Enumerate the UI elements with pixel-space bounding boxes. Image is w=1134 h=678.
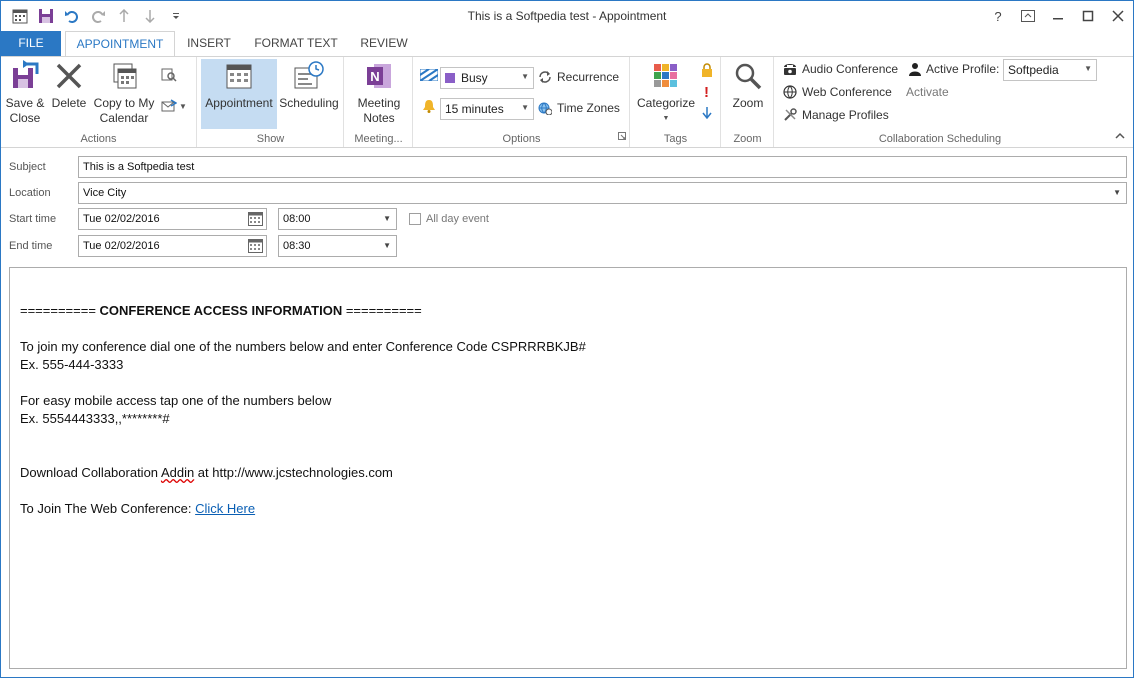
appointment-window: This is a Softpedia test - Appointment ?…: [0, 0, 1134, 678]
group-collaboration-scheduling: Audio Conference Web Conference Manage P…: [775, 57, 1105, 147]
body-line-4: Ex. 5554443333,,********#: [20, 411, 170, 426]
end-time-dropdown[interactable]: 08:30 ▼: [278, 235, 397, 257]
delete-icon: [52, 59, 86, 93]
recurrence-icon: [539, 71, 551, 83]
delete-button[interactable]: Delete: [49, 59, 89, 111]
chevron-down-icon: ▼: [521, 72, 529, 81]
group-show: Appointment Scheduling Show: [198, 57, 344, 147]
window-controls: ?: [983, 1, 1133, 31]
appointment-view-button[interactable]: Appointment: [201, 59, 277, 129]
tab-file[interactable]: FILE: [1, 31, 61, 56]
categorize-icon: [649, 59, 683, 93]
active-profile-label: Active Profile:: [909, 62, 999, 76]
ribbon-tabs: FILE APPOINTMENT INSERT FORMAT TEXT REVI…: [1, 31, 1133, 57]
reminder-bell-icon: [422, 99, 436, 116]
globe-icon: [783, 85, 797, 99]
audio-conference-button[interactable]: Audio Conference: [783, 62, 898, 76]
body-heading: ========== CONFERENCE ACCESS INFORMATION…: [20, 303, 422, 318]
telephone-icon: [784, 64, 796, 75]
scheduling-button[interactable]: Scheduling: [278, 59, 340, 111]
all-day-event-label: All day event: [426, 213, 489, 225]
window-title: This is a Softpedia test - Appointment: [467, 9, 667, 23]
help-button[interactable]: ?: [983, 1, 1013, 31]
collapse-ribbon-icon[interactable]: [1115, 129, 1125, 143]
copy-calendar-icon: [107, 59, 141, 93]
chevron-down-icon[interactable]: ▼: [1113, 188, 1121, 197]
private-lock-icon[interactable]: [701, 63, 713, 80]
show-as-dropdown[interactable]: Busy ▼: [440, 67, 534, 89]
subject-label: Subject: [9, 161, 46, 173]
find-related-icon[interactable]: [161, 67, 177, 86]
all-day-event-checkbox[interactable]: [409, 213, 421, 225]
busy-color-swatch: [445, 73, 455, 83]
close-button[interactable]: [1103, 1, 1133, 31]
body-line-2: Ex. 555-444-3333: [20, 357, 124, 372]
zoom-button[interactable]: Zoom: [727, 59, 769, 111]
chevron-down-icon: ▼: [383, 214, 391, 223]
appointment-body-editor[interactable]: ========== CONFERENCE ACCESS INFORMATION…: [9, 267, 1127, 669]
save-close-icon: [8, 59, 42, 93]
web-conference-button[interactable]: Web Conference: [783, 85, 892, 99]
end-time-label: End time: [9, 240, 53, 252]
magnifier-icon: [731, 59, 765, 93]
copy-to-my-calendar-button[interactable]: Copy to My Calendar: [90, 59, 158, 126]
body-download-line: Download Collaboration Addin at http://w…: [20, 465, 393, 480]
high-importance-icon[interactable]: !: [704, 84, 709, 101]
person-icon: [909, 63, 921, 76]
onenote-icon: N: [362, 59, 396, 93]
chevron-down-icon: ▼: [383, 241, 391, 250]
minimize-button[interactable]: [1043, 1, 1073, 31]
tab-format-text[interactable]: FORMAT TEXT: [247, 31, 345, 56]
low-importance-icon[interactable]: [702, 107, 712, 122]
maximize-button[interactable]: [1073, 1, 1103, 31]
svg-text:N: N: [370, 69, 379, 84]
group-zoom: Zoom Zoom: [722, 57, 774, 147]
calendar-picker-icon[interactable]: [248, 239, 263, 256]
end-date-input[interactable]: Tue 02/02/2016: [78, 235, 267, 257]
save-close-button[interactable]: Save & Close: [3, 59, 47, 126]
title-bar: This is a Softpedia test - Appointment ?: [1, 1, 1133, 31]
click-here-link[interactable]: Click Here: [195, 501, 255, 516]
body-join-line: To Join The Web Conference: Click Here: [20, 501, 256, 516]
location-input[interactable]: Vice City ▼: [78, 182, 1127, 204]
activate-button[interactable]: Activate: [906, 85, 949, 99]
group-meeting-notes: N Meeting Notes Meeting...: [345, 57, 413, 147]
start-time-dropdown[interactable]: 08:00 ▼: [278, 208, 397, 230]
location-label: Location: [9, 187, 51, 199]
appointment-calendar-icon: [222, 59, 256, 93]
categorize-button[interactable]: Categorize ▼: [635, 59, 697, 126]
chevron-down-icon: ▼: [1084, 64, 1092, 73]
active-profile-dropdown[interactable]: Softpedia ▼: [1003, 59, 1097, 81]
group-tags: Categorize ▼ ! Tags: [631, 57, 721, 147]
time-zones-button[interactable]: Time Zones: [538, 101, 620, 115]
tab-insert[interactable]: INSERT: [181, 31, 237, 56]
ribbon-display-options-icon[interactable]: [1013, 1, 1043, 31]
body-line-3: For easy mobile access tap one of the nu…: [20, 393, 332, 408]
recurrence-button[interactable]: Recurrence: [538, 70, 619, 84]
tab-review[interactable]: REVIEW: [355, 31, 413, 56]
group-actions: Save & Close Delete Copy to My Calendar: [1, 57, 197, 147]
globe-clock-icon: [538, 102, 552, 115]
subject-input[interactable]: This is a Softpedia test: [78, 156, 1127, 178]
scheduling-icon: [292, 59, 326, 93]
body-line-1: To join my conference dial one of the nu…: [20, 339, 586, 354]
start-time-label: Start time: [9, 213, 57, 225]
ribbon: Save & Close Delete Copy to My Calendar: [1, 56, 1133, 148]
meeting-notes-button[interactable]: N Meeting Notes: [351, 59, 407, 126]
manage-profiles-button[interactable]: Manage Profiles: [783, 108, 889, 122]
reminder-dropdown[interactable]: 15 minutes ▼: [440, 98, 534, 120]
chevron-down-icon: ▼: [521, 103, 529, 112]
tab-appointment[interactable]: APPOINTMENT: [65, 31, 175, 57]
forward-icon[interactable]: ▼: [161, 99, 187, 113]
tools-icon: [784, 108, 797, 121]
start-date-input[interactable]: Tue 02/02/2016: [78, 208, 267, 230]
show-as-icon: [419, 68, 439, 84]
group-options: Busy ▼ Recurrence 15 minutes ▼ Time Zone…: [414, 57, 630, 147]
calendar-picker-icon[interactable]: [248, 212, 263, 229]
